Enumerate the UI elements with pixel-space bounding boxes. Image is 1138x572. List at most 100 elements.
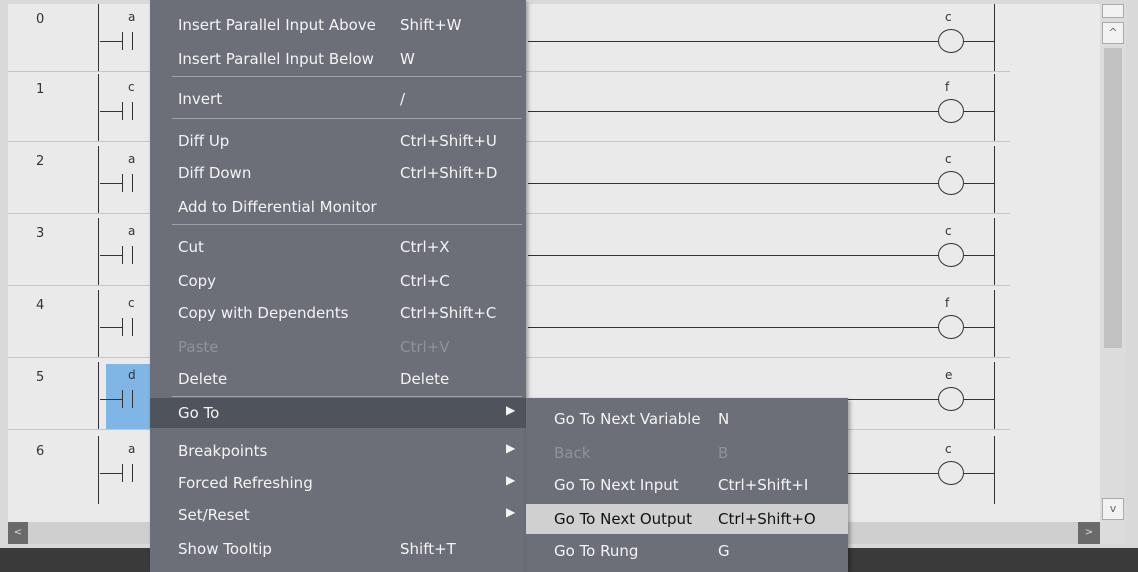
submenu-item-shortcut: G xyxy=(718,542,730,560)
menu-item-label: Set/Reset xyxy=(178,506,250,524)
vertical-scrollbar[interactable]: ^ v xyxy=(1100,4,1126,544)
output-coil[interactable] xyxy=(938,315,964,339)
menu-separator xyxy=(172,224,522,225)
submenu-item-shortcut: N xyxy=(718,410,730,428)
menu-item-insert-parallel-above[interactable]: Insert Parallel Input Above Shift+W xyxy=(150,10,526,40)
right-power-rail xyxy=(994,290,995,358)
menu-item-shortcut: Shift+W xyxy=(400,16,462,34)
menu-item-shortcut: / xyxy=(400,90,406,108)
scroll-top-button[interactable] xyxy=(1102,4,1124,18)
menu-item-label: Breakpoints xyxy=(178,442,268,460)
rung-number: 6 xyxy=(36,444,45,459)
menu-item-shortcut: Ctrl+V xyxy=(400,338,450,356)
rung-wire xyxy=(528,183,938,184)
output-coil[interactable] xyxy=(938,99,964,123)
menu-item-paste: Paste Ctrl+V xyxy=(150,332,526,362)
coil-wire xyxy=(964,111,994,112)
menu-item-label: Diff Down xyxy=(178,164,252,182)
output-coil[interactable] xyxy=(938,387,964,411)
submenu-item-go-to-next-output[interactable]: Go To Next Output Ctrl+Shift+O xyxy=(526,504,848,534)
left-power-rail xyxy=(98,290,99,358)
submenu-item-label: Go To Rung xyxy=(554,542,639,560)
left-power-rail xyxy=(98,4,99,72)
rung-wire xyxy=(528,41,938,42)
menu-item-diff-down[interactable]: Diff Down Ctrl+Shift+D xyxy=(150,158,526,188)
submenu-arrow-icon: ▶ xyxy=(506,403,516,417)
contact-variable: a xyxy=(128,224,136,238)
coil-variable: c xyxy=(945,442,952,456)
menu-item-label: Delete xyxy=(178,370,228,388)
submenu-item-go-to-next-input[interactable]: Go To Next Input Ctrl+Shift+I xyxy=(526,470,848,500)
menu-item-breakpoints[interactable]: Breakpoints ▶ xyxy=(150,436,526,466)
submenu-item-label: Go To Next Output xyxy=(554,510,692,528)
go-to-submenu: Go To Next Variable N Back B Go To Next … xyxy=(526,398,848,572)
menu-item-copy-with-dependents[interactable]: Copy with Dependents Ctrl+Shift+C xyxy=(150,298,526,328)
coil-variable: f xyxy=(945,80,950,94)
coil-wire xyxy=(964,183,994,184)
vertical-scroll-thumb[interactable] xyxy=(1104,48,1122,348)
rung-number: 4 xyxy=(36,298,45,313)
menu-item-label: Paste xyxy=(178,338,219,356)
submenu-arrow-icon: ▶ xyxy=(506,473,516,487)
contact-variable: a xyxy=(128,442,136,456)
menu-item-go-to[interactable]: Go To ▶ xyxy=(150,398,526,428)
rung-wire xyxy=(528,327,938,328)
menu-item-diff-up[interactable]: Diff Up Ctrl+Shift+U xyxy=(150,126,526,156)
menu-item-label: Show Tooltip xyxy=(178,540,272,558)
submenu-item-shortcut: B xyxy=(718,444,729,462)
submenu-arrow-icon: ▶ xyxy=(506,441,516,455)
right-power-rail xyxy=(994,74,995,142)
menu-item-shortcut: Ctrl+X xyxy=(400,238,450,256)
output-coil[interactable] xyxy=(938,171,964,195)
right-power-rail xyxy=(994,218,995,286)
menu-item-insert-parallel-below[interactable]: Insert Parallel Input Below W xyxy=(150,44,526,74)
menu-separator xyxy=(172,396,522,397)
menu-item-shortcut: Shift+T xyxy=(400,540,456,558)
menu-separator xyxy=(172,118,522,119)
scroll-down-arrow-icon[interactable]: v xyxy=(1102,498,1124,520)
output-coil[interactable] xyxy=(938,29,964,53)
submenu-arrow-icon: ▶ xyxy=(506,505,516,519)
left-power-rail xyxy=(98,74,99,142)
menu-item-invert[interactable]: Invert / xyxy=(150,84,526,114)
rung-wire xyxy=(528,111,938,112)
right-power-rail xyxy=(994,362,995,430)
right-power-rail xyxy=(994,436,995,504)
submenu-item-label: Back xyxy=(554,444,591,462)
contact-variable: c xyxy=(128,80,135,94)
menu-item-cut[interactable]: Cut Ctrl+X xyxy=(150,232,526,262)
coil-wire xyxy=(964,399,994,400)
rung-number: 2 xyxy=(36,154,45,169)
scroll-up-arrow-icon[interactable]: ^ xyxy=(1102,22,1124,44)
menu-item-delete[interactable]: Delete Delete xyxy=(150,364,526,394)
submenu-item-go-to-next-variable[interactable]: Go To Next Variable N xyxy=(526,404,848,434)
submenu-item-go-to-rung[interactable]: Go To Rung G xyxy=(526,536,848,566)
coil-wire xyxy=(964,41,994,42)
menu-item-shortcut: Ctrl+Shift+D xyxy=(400,164,498,182)
output-coil[interactable] xyxy=(938,461,964,485)
scroll-right-arrow-icon[interactable]: > xyxy=(1078,522,1100,544)
right-power-rail xyxy=(994,4,995,72)
menu-item-show-tooltip[interactable]: Show Tooltip Shift+T xyxy=(150,534,526,564)
rung-number: 3 xyxy=(36,226,45,241)
menu-item-shortcut: W xyxy=(400,50,415,68)
rung-number: 5 xyxy=(36,370,45,385)
menu-item-add-differential-monitor[interactable]: Add to Differential Monitor xyxy=(150,192,526,222)
contact-variable: a xyxy=(128,152,136,166)
menu-item-label: Forced Refreshing xyxy=(178,474,313,492)
menu-item-label: Insert Parallel Input Above xyxy=(178,16,376,34)
submenu-item-label: Go To Next Input xyxy=(554,476,679,494)
menu-item-copy[interactable]: Copy Ctrl+C xyxy=(150,266,526,296)
output-coil[interactable] xyxy=(938,243,964,267)
submenu-item-label: Go To Next Variable xyxy=(554,410,701,428)
coil-variable: c xyxy=(945,224,952,238)
left-power-rail xyxy=(98,146,99,214)
rung-wire xyxy=(528,255,938,256)
menu-item-set-reset[interactable]: Set/Reset ▶ xyxy=(150,500,526,530)
coil-wire xyxy=(964,255,994,256)
submenu-item-shortcut: Ctrl+Shift+O xyxy=(718,510,816,528)
menu-item-label: Invert xyxy=(178,90,223,108)
menu-item-forced-refreshing[interactable]: Forced Refreshing ▶ xyxy=(150,468,526,498)
coil-variable: f xyxy=(945,296,950,310)
scroll-left-arrow-icon[interactable]: < xyxy=(8,522,28,544)
